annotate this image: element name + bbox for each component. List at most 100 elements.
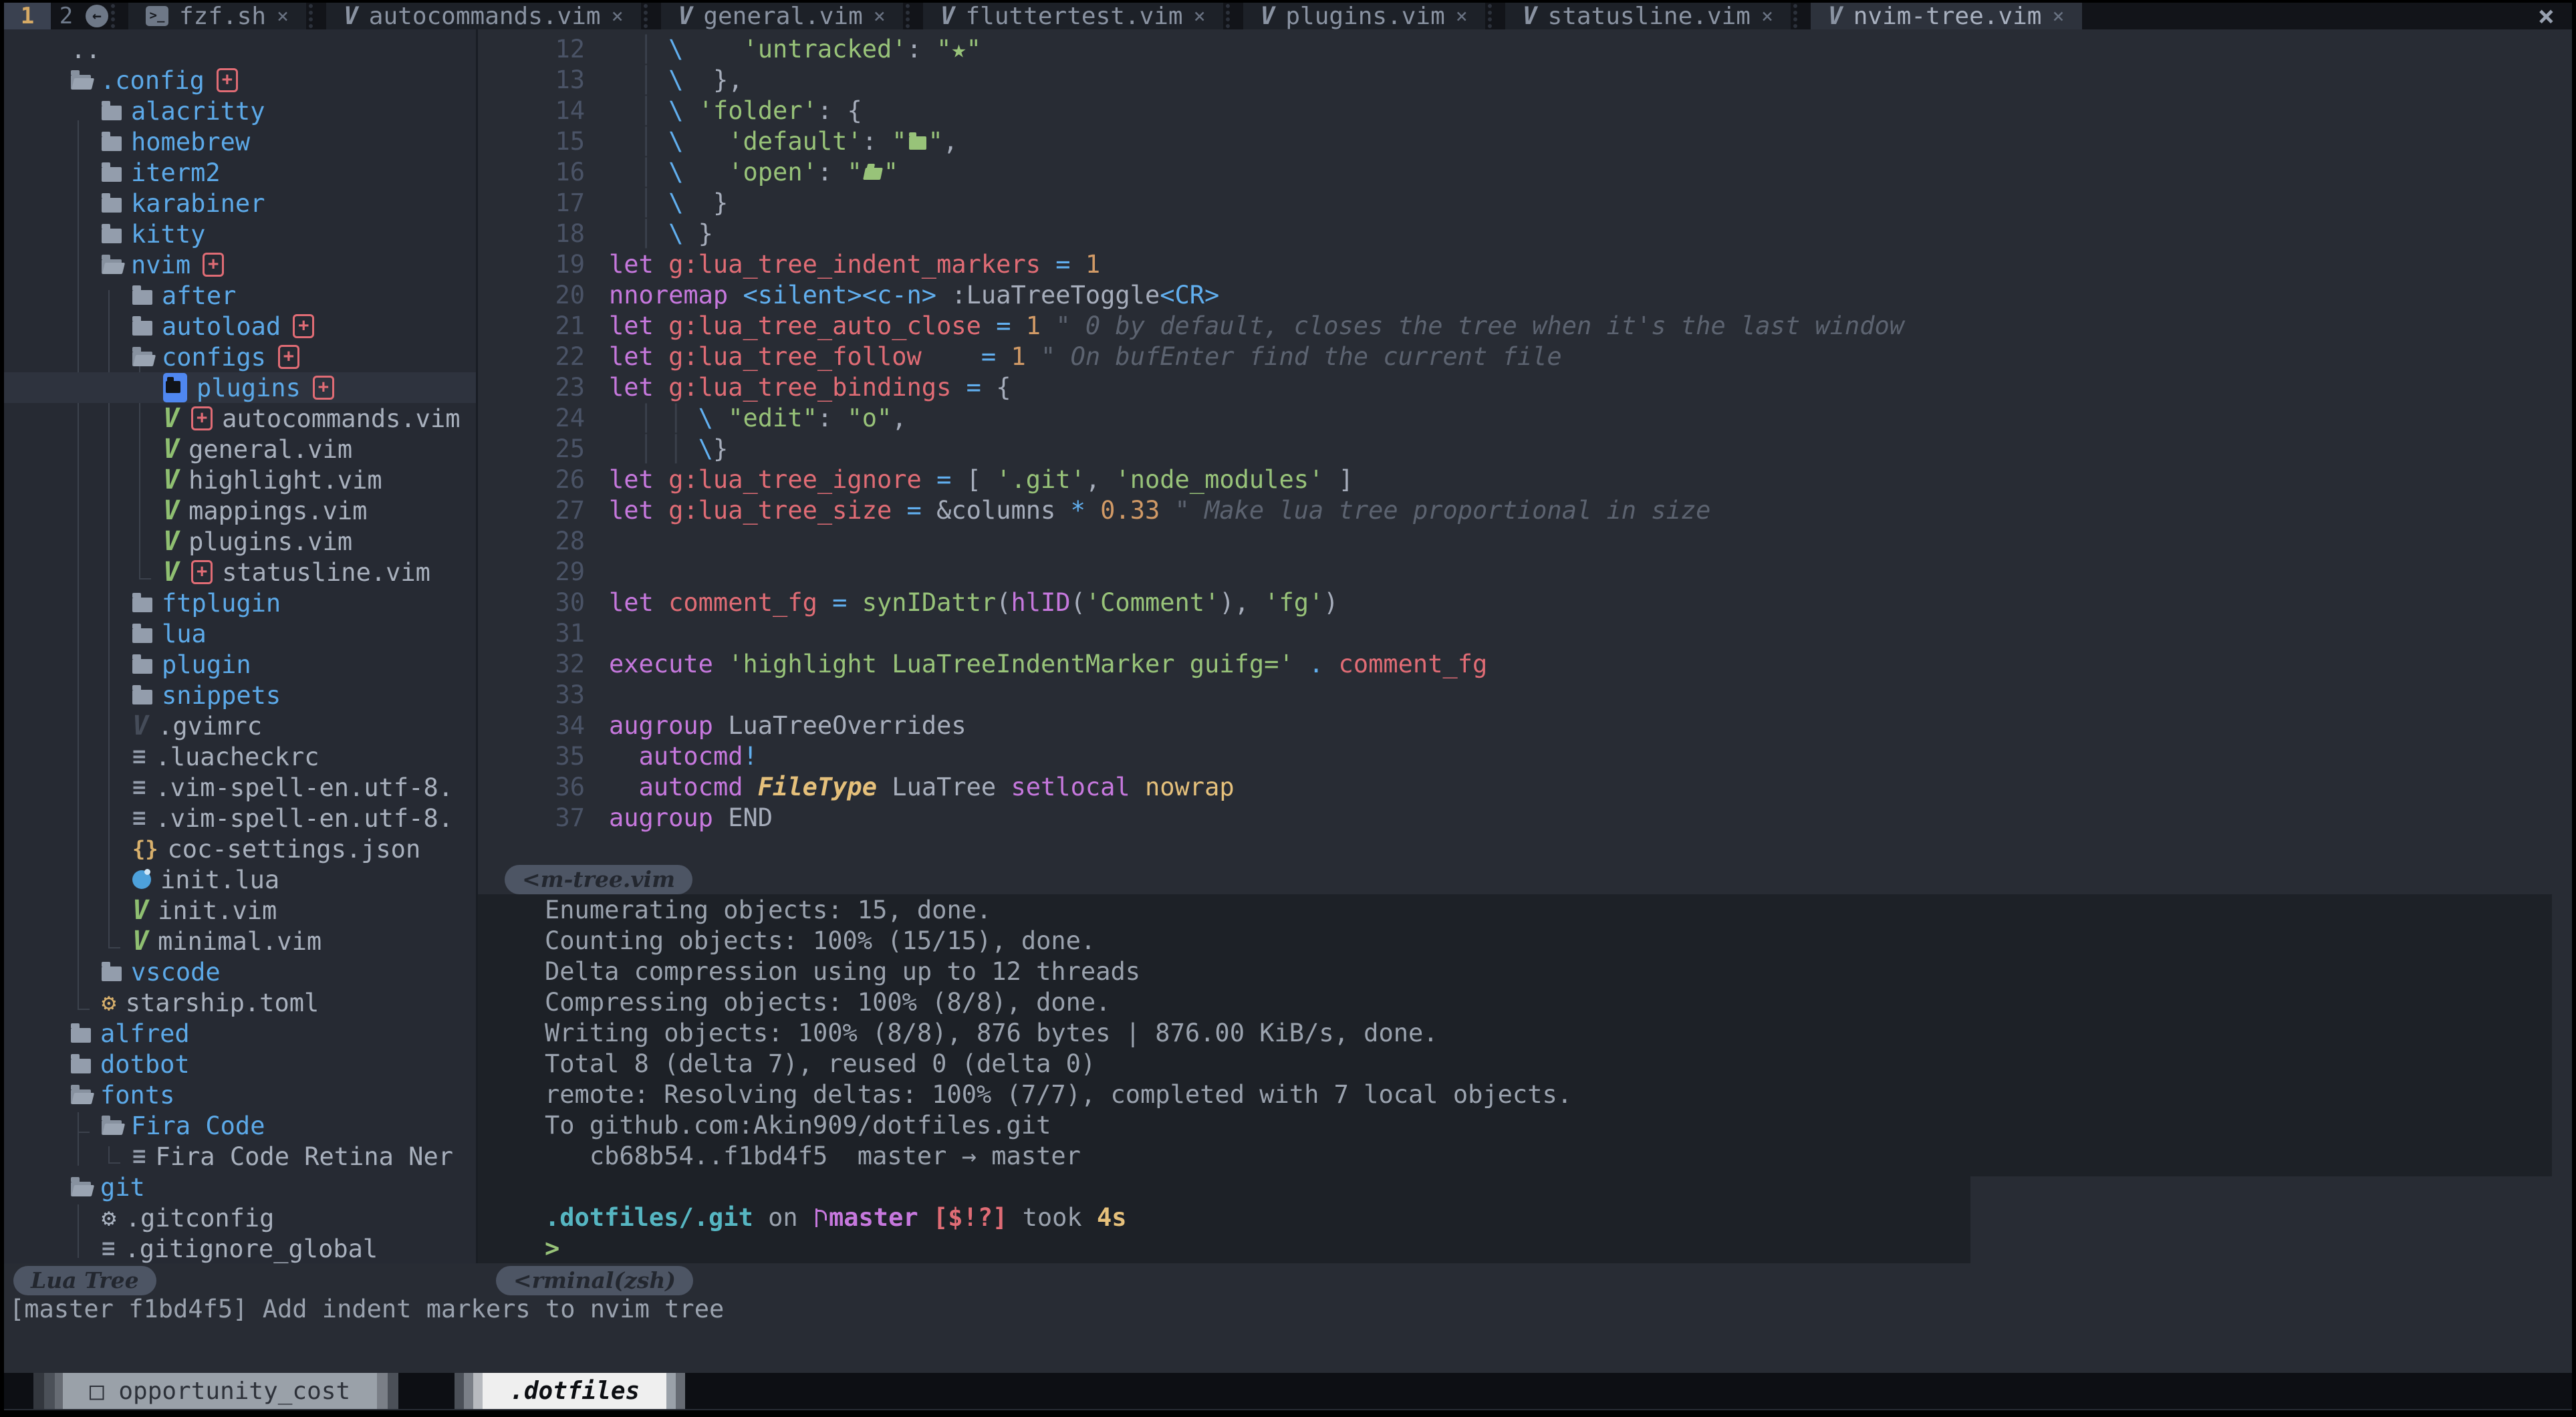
code-segment: } [683, 219, 713, 248]
code-line[interactable]: 22let g:lua_tree_follow = 1 " On bufEnte… [478, 342, 2572, 372]
tmux-window-2[interactable]: 2 [51, 3, 82, 29]
code-text: │ \ 'folder': { [609, 96, 862, 126]
terminal-line: Writing objects: 100% (8/8), 876 bytes |… [545, 1018, 2545, 1049]
tab-close-icon[interactable]: × [874, 5, 886, 28]
tree-row[interactable]: dotbot [4, 1049, 476, 1079]
code-line[interactable]: 30let comment_fg = synIDattr(hlID('Comme… [478, 588, 2572, 618]
code-line[interactable]: 15 │ \ 'default': "", [478, 126, 2572, 157]
tree-row[interactable]: .luacheckrc [4, 741, 476, 772]
tab-fzf.sh[interactable]: fzf.sh× [128, 3, 306, 29]
code-line[interactable]: 26let g:lua_tree_ignore = [ '.git', 'nod… [478, 465, 2572, 495]
editor-pane[interactable]: 12 │ \ 'untracked': "★"13 │ \ },14 │ \ '… [478, 29, 2572, 897]
tree-row[interactable]: init.vim [4, 895, 476, 926]
tree-row[interactable]: init.lua [4, 864, 476, 895]
tree-row[interactable]: minimal.vim [4, 926, 476, 956]
tree-row[interactable]: fonts [4, 1079, 476, 1110]
tree-row[interactable]: mappings.vim [4, 495, 476, 526]
tree-row[interactable]: configs+ [4, 342, 476, 372]
tree-row[interactable]: lua [4, 618, 476, 649]
tree-row[interactable]: autoload+ [4, 311, 476, 342]
tree-row[interactable]: after [4, 280, 476, 311]
tab-statusline.vim[interactable]: statusline.vim× [1505, 3, 1791, 29]
tree-row[interactable]: .gitignore_global [4, 1233, 476, 1263]
code-line[interactable]: 31 [478, 618, 2572, 649]
code-line[interactable]: 12 │ \ 'untracked': "★" [478, 34, 2572, 65]
tree-row[interactable]: Fira Code Retina Ner [4, 1141, 476, 1172]
tree-row[interactable]: .gvimrc [4, 711, 476, 741]
code-line[interactable]: 19let g:lua_tree_indent_markers = 1 [478, 249, 2572, 280]
code-segment: > [545, 1234, 559, 1263]
code-line[interactable]: 21let g:lua_tree_auto_close = 1 " 0 by d… [478, 311, 2572, 342]
tab-general.vim[interactable]: general.vim× [661, 3, 903, 29]
tab-close-icon[interactable]: × [2052, 5, 2064, 28]
code-segment: 'open' [728, 158, 817, 186]
tree-row[interactable]: plugin [4, 649, 476, 680]
tree-row[interactable]: vscode [4, 956, 476, 987]
tmux-window-1[interactable]: 1 [4, 3, 51, 29]
tree-row[interactable]: starship.toml [4, 987, 476, 1018]
code-segment: { [981, 373, 1011, 402]
tree-row[interactable]: .vim-spell-en.utf-8. [4, 772, 476, 803]
code-line[interactable]: 37augroup END [478, 803, 2572, 833]
tab-close-icon[interactable]: × [277, 5, 289, 28]
code-line[interactable]: 18 │ \ } [478, 219, 2572, 249]
tree-row[interactable]: snippets [4, 680, 476, 711]
tree-row[interactable]: alacritty [4, 96, 476, 126]
tree-row[interactable]: ftplugin [4, 588, 476, 618]
close-all-button[interactable]: × [2538, 3, 2555, 29]
code-line[interactable]: 29 [478, 557, 2572, 588]
tree-row[interactable]: alfred [4, 1018, 476, 1049]
code-line[interactable]: 33 [478, 680, 2572, 711]
tree-row[interactable]: karabiner [4, 188, 476, 219]
tab-label: fluttertest.vim [966, 3, 1183, 30]
tab-close-icon[interactable]: × [1456, 5, 1468, 28]
tree-row[interactable]: git [4, 1172, 476, 1202]
code-line[interactable]: 17 │ \ } [478, 188, 2572, 219]
code-line[interactable]: 36 autocmd FileType LuaTree setlocal now… [478, 772, 2572, 803]
file-tree-pane[interactable]: ...config+alacrittyhomebrewiterm2karabin… [4, 29, 476, 1263]
tree-row[interactable]: .vim-spell-en.utf-8. [4, 803, 476, 833]
tab-close-icon[interactable]: × [1194, 5, 1206, 28]
tree-row[interactable]: Fira Code [4, 1110, 476, 1141]
code-line[interactable]: 24 │ │ \ "edit": "o", [478, 403, 2572, 434]
tree-row[interactable]: kitty [4, 219, 476, 249]
tree-statusline-pill: Lua Tree [13, 1266, 156, 1295]
back-arrow-icon[interactable] [86, 5, 108, 27]
tree-row[interactable]: plugins+ [4, 372, 476, 403]
tab-close-icon[interactable]: × [612, 5, 624, 28]
code-line[interactable]: 16 │ \ 'open': "" [478, 157, 2572, 188]
code-line[interactable]: 35 autocmd! [478, 741, 2572, 772]
code-line[interactable]: 23let g:lua_tree_bindings = { [478, 372, 2572, 403]
tab-plugins.vim[interactable]: plugins.vim× [1243, 3, 1485, 29]
tree-row[interactable]: highlight.vim [4, 465, 476, 495]
tree-row[interactable]: nvim+ [4, 249, 476, 280]
code-line[interactable]: 34augroup LuaTreeOverrides [478, 711, 2572, 741]
tree-row[interactable]: homebrew [4, 126, 476, 157]
tree-row[interactable]: iterm2 [4, 157, 476, 188]
tree-row[interactable]: .. [4, 34, 476, 65]
tab-close-icon[interactable]: × [1761, 5, 1773, 28]
tab-fluttertest.vim[interactable]: fluttertest.vim × [923, 3, 1223, 29]
tmux-session-dotfiles-label[interactable]: .dotfiles [483, 1373, 666, 1409]
code-line[interactable]: 28 [478, 526, 2572, 557]
tree-row[interactable]: +autocommands.vim [4, 403, 476, 434]
tab-nvim-tree.vim[interactable]: nvim-tree.vim× [1811, 3, 2082, 29]
code-line[interactable]: 32execute 'highlight LuaTreeIndentMarker… [478, 649, 2572, 680]
tab-autocommands.vim[interactable]: autocommands.vim× [326, 3, 641, 29]
tmux-session-opportunity-cost-label[interactable]: □ opportunity_cost [63, 1373, 377, 1409]
code-segment: = [1055, 250, 1070, 279]
tree-row[interactable]: .gitconfig [4, 1202, 476, 1233]
code-line[interactable]: 20nnoremap <silent><c-n> :LuaTreeToggle<… [478, 280, 2572, 311]
code-line[interactable]: 14 │ \ 'folder': { [478, 96, 2572, 126]
tree-row[interactable]: general.vim [4, 434, 476, 465]
tree-row[interactable]: +statusline.vim [4, 557, 476, 588]
code-line[interactable]: 27let g:lua_tree_size = &columns * 0.33 … [478, 495, 2572, 526]
tree-row[interactable]: coc-settings.json [4, 833, 476, 864]
tree-row[interactable]: plugins.vim [4, 526, 476, 557]
code-segment: } [683, 188, 728, 217]
tree-row[interactable]: .config+ [4, 65, 476, 96]
terminal-pane[interactable]: Enumerating objects: 15, done.Counting o… [478, 894, 2572, 1263]
code-segment [609, 742, 639, 771]
code-line[interactable]: 13 │ \ }, [478, 65, 2572, 96]
code-line[interactable]: 25 │ │ \} [478, 434, 2572, 465]
